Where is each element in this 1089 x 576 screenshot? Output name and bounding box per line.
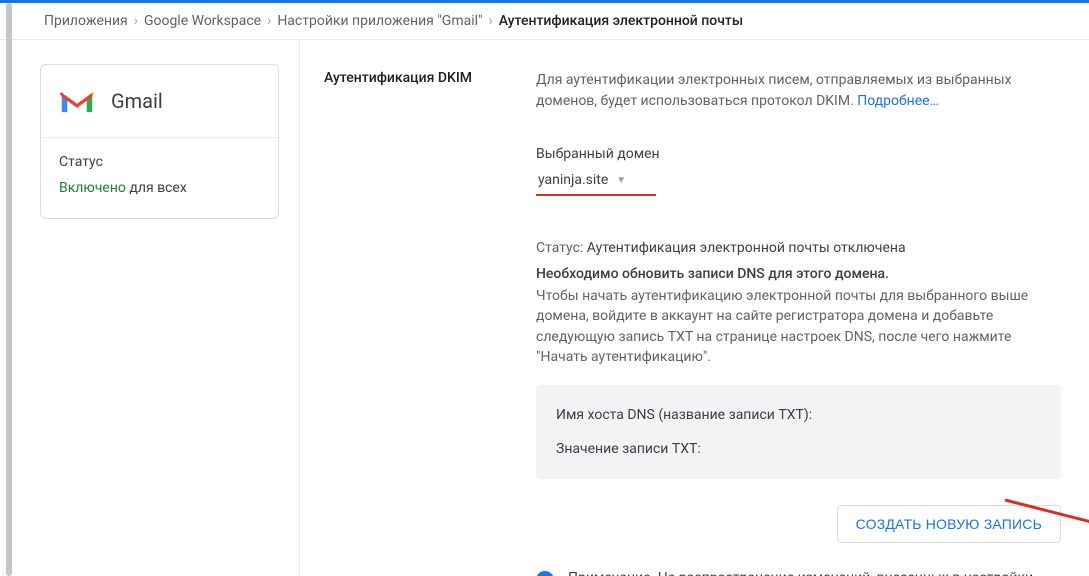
breadcrumb: Приложения › Google Workspace › Настройк… — [0, 3, 1089, 40]
dns-heading: Необходимо обновить записи DNS для этого… — [536, 266, 1061, 282]
dns-record-box: Имя хоста DNS (название записи TXT): Зна… — [536, 385, 1061, 479]
breadcrumb-link-apps[interactable]: Приложения — [44, 13, 128, 29]
domain-field-label: Выбранный домен — [536, 146, 1061, 162]
breadcrumb-link-workspace[interactable]: Google Workspace — [144, 13, 261, 29]
dns-value-label: Значение записи TXT: — [556, 441, 1041, 457]
status-label: Статус — [59, 154, 260, 170]
app-name: Gmail — [111, 89, 163, 113]
status-value-scope: для всех — [126, 180, 187, 196]
main-content: Аутентификация DKIM Для аутентификации э… — [300, 40, 1089, 576]
dns-instructions: Чтобы начать аутентификацию электронной … — [536, 286, 1061, 367]
sidebar: Gmail Статус Включено для всех — [0, 40, 300, 576]
chevron-right-icon: › — [267, 13, 271, 29]
domain-underline — [536, 194, 656, 196]
section-title: Аутентификация DKIM — [324, 70, 504, 576]
domain-select[interactable]: yaninja.site ▼ — [536, 168, 628, 192]
auth-status: Статус: Аутентификация электронной почты… — [536, 240, 1061, 256]
chevron-right-icon: › — [489, 13, 493, 29]
breadcrumb-link-gmail-settings[interactable]: Настройки приложения "Gmail" — [277, 13, 482, 29]
gmail-icon — [59, 87, 95, 115]
left-scroll-indicator — [6, 3, 12, 576]
chevron-right-icon: › — [134, 13, 138, 29]
status-value-on: Включено — [59, 180, 126, 196]
info-icon: i — [536, 571, 554, 576]
chevron-down-icon: ▼ — [616, 175, 626, 186]
domain-selected-value: yaninja.site — [538, 172, 608, 188]
breadcrumb-current: Аутентификация электронной почты — [499, 13, 743, 29]
propagation-note: i Примечание. На распространение изменен… — [536, 569, 1061, 576]
app-card: Gmail Статус Включено для всех — [40, 64, 279, 219]
learn-more-link[interactable]: Подробнее… — [857, 93, 939, 109]
section-description: Для аутентификации электронных писем, от… — [536, 70, 1061, 112]
create-record-button[interactable]: СОЗДАТЬ НОВУЮ ЗАПИСЬ — [837, 505, 1061, 543]
dns-host-label: Имя хоста DNS (название записи TXT): — [556, 407, 1041, 423]
